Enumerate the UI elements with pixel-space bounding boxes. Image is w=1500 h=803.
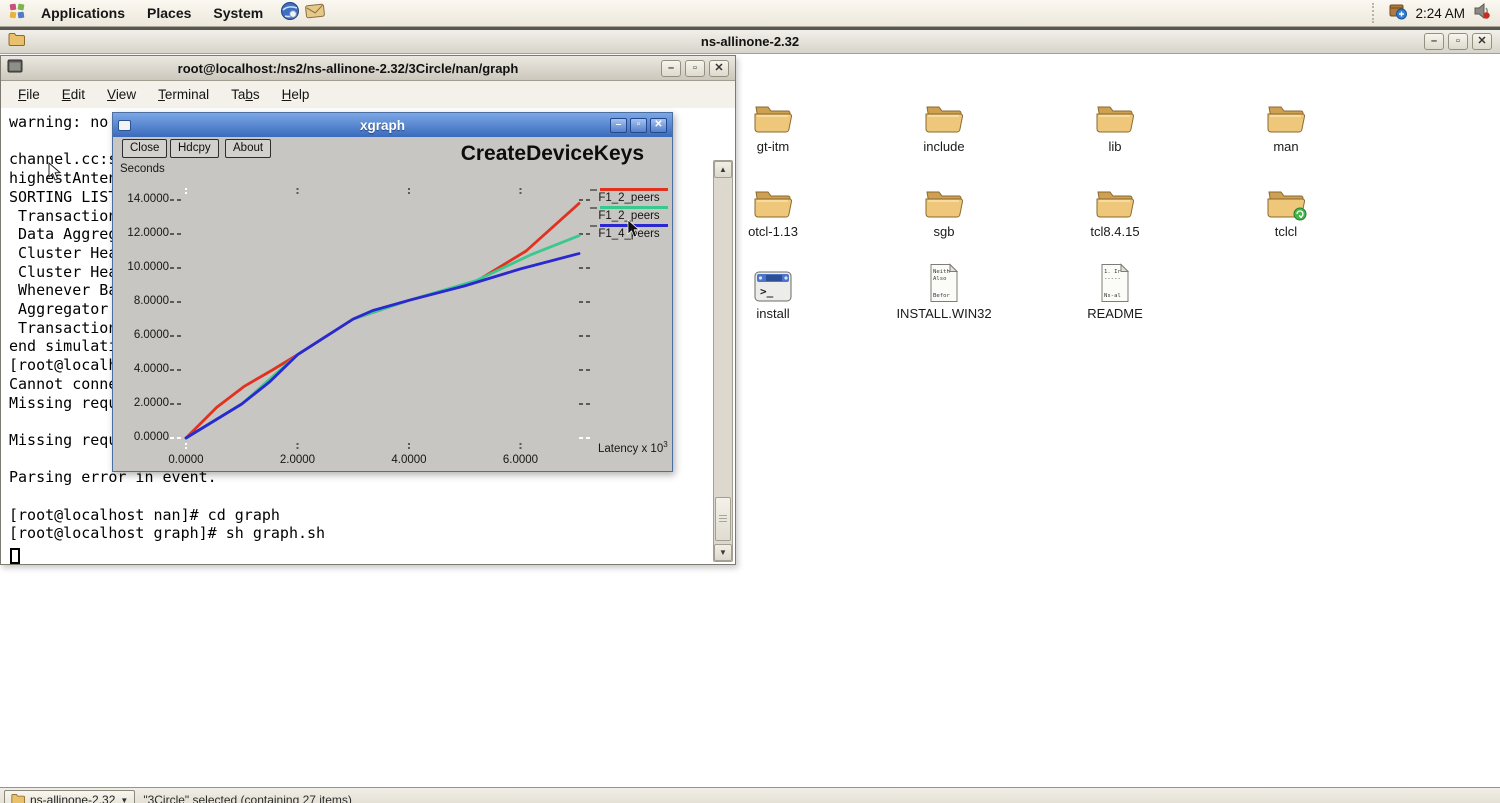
maximize-button[interactable]: ▫	[685, 59, 705, 77]
folder-icon	[874, 179, 1014, 221]
y-tick-label: 4.0000	[133, 363, 169, 375]
location-button[interactable]: ns-allinone-2.32 ▼	[4, 790, 136, 803]
panel-clock[interactable]: 2:24 AM	[1415, 6, 1465, 21]
file-item-label: INSTALL.WIN32	[896, 306, 992, 321]
scroll-up-icon[interactable]: ▲	[714, 161, 732, 178]
terminal-icon	[7, 59, 23, 78]
scrollbar[interactable]: ▲ ▼	[713, 160, 733, 562]
legend-tick	[590, 224, 597, 227]
xgraph-title: xgraph	[359, 117, 405, 133]
xgraph-titlebar[interactable]: xgraph – ▫ ✕	[113, 113, 672, 137]
file-item-README[interactable]: 1. Ir ----- Ns-al README	[1045, 261, 1185, 321]
file-item-label: sgb	[933, 224, 955, 239]
svg-text:-----: -----	[1104, 276, 1121, 282]
y-tick-label: 2.0000	[133, 397, 169, 409]
svg-text:Neith: Neith	[933, 269, 950, 275]
menu-help[interactable]: Help	[271, 82, 321, 108]
maximize-button[interactable]: ▫	[1448, 33, 1468, 50]
terminal-cursor	[10, 548, 20, 564]
menu-view[interactable]: View	[96, 82, 147, 108]
svg-text:>_: >_	[760, 285, 774, 298]
x-tick-label: 4.0000	[391, 454, 427, 466]
legend-entry: F1_2_peers	[590, 188, 668, 206]
menu-edit[interactable]: Edit	[51, 82, 96, 108]
file-item-label: tclcl	[1274, 224, 1298, 239]
scroll-down-icon[interactable]: ▼	[714, 544, 732, 561]
file-item-label: man	[1273, 139, 1299, 154]
mouse-cursor-secondary	[48, 162, 62, 181]
y-tick-label: 12.0000	[127, 227, 169, 239]
selection-status: "3Circle" selected (containing 27 items)	[143, 793, 352, 803]
file-item-label: include	[923, 139, 965, 154]
y-tick-label: 8.0000	[133, 295, 169, 307]
file-item-label: README	[1087, 306, 1143, 321]
menu-file[interactable]: File	[7, 82, 51, 108]
file-item-lib[interactable]: lib	[1045, 94, 1185, 154]
close-button[interactable]: ✕	[1472, 33, 1492, 50]
terminal-menubar: File Edit View Terminal Tabs Help	[1, 81, 735, 108]
y-tick-label: 0.0000	[133, 431, 169, 443]
menu-tabs[interactable]: Tabs	[220, 82, 271, 108]
minimize-button[interactable]: –	[1424, 33, 1444, 50]
svg-text:Also: Also	[933, 276, 946, 282]
text-icon: 1. Ir ----- Ns-al	[1045, 261, 1185, 303]
folder-icon	[874, 94, 1014, 136]
close-button[interactable]: ✕	[709, 59, 729, 77]
location-label: ns-allinone-2.32	[30, 793, 116, 803]
terminal-title: root@localhost:/ns2/ns-allinone-2.32/3Ci…	[177, 60, 519, 76]
folder-icon	[1045, 179, 1185, 221]
minimize-button[interactable]: –	[661, 59, 681, 77]
xgraph-window: xgraph – ▫ ✕ Close Hdcpy About CreateDev…	[112, 112, 673, 472]
menu-applications[interactable]: Applications	[30, 0, 136, 26]
text-icon: Neith Also Befor	[874, 261, 1014, 303]
menu-terminal[interactable]: Terminal	[147, 82, 220, 108]
distro-logo-icon[interactable]	[8, 2, 26, 25]
terminal-titlebar[interactable]: root@localhost:/ns2/ns-allinone-2.32/3Ci…	[1, 56, 735, 81]
xgraph-body: Close Hdcpy About CreateDeviceKeys Secon…	[113, 137, 672, 471]
file-item-sgb[interactable]: sgb	[874, 179, 1014, 239]
svg-text:Ns-al: Ns-al	[1104, 293, 1121, 299]
legend-label: F1_2_peers	[598, 192, 660, 204]
menu-system[interactable]: System	[202, 0, 274, 26]
file-manager-titlebar[interactable]: ns-allinone-2.32 – ▫ ✕	[0, 30, 1500, 54]
minimize-button[interactable]: –	[610, 117, 627, 133]
file-manager-title: ns-allinone-2.32	[700, 34, 800, 49]
file-item-INSTALL.WIN32[interactable]: Neith Also Befor INSTALL.WIN32	[874, 261, 1014, 321]
file-item-man[interactable]: man	[1216, 94, 1356, 154]
y-tick-label: 10.0000	[127, 261, 169, 273]
volume-muted-icon[interactable]	[1472, 1, 1492, 26]
maximize-button[interactable]: ▫	[630, 117, 647, 133]
file-manager-statusbar: ns-allinone-2.32 ▼ "3Circle" selected (c…	[0, 787, 1500, 803]
close-button[interactable]: ✕	[650, 117, 667, 133]
y-tick-label: 6.0000	[133, 329, 169, 341]
menu-places[interactable]: Places	[136, 0, 202, 26]
folder-small-icon	[11, 793, 25, 803]
file-item-tcl8.4.15[interactable]: tcl8.4.15	[1045, 179, 1185, 239]
file-item-label: tcl8.4.15	[1090, 224, 1140, 239]
web-browser-icon[interactable]	[280, 1, 300, 26]
x-tick-label: 2.0000	[279, 454, 316, 466]
folder-sync-icon	[1216, 179, 1356, 221]
mouse-cursor	[627, 219, 640, 238]
svg-text:1. Ir: 1. Ir	[1104, 269, 1121, 275]
scrollbar-thumb[interactable]	[715, 497, 731, 541]
software-update-icon[interactable]	[1388, 1, 1408, 26]
window-icon	[118, 119, 131, 131]
file-item-tclcl[interactable]: tclcl	[1216, 179, 1356, 239]
svg-text:Befor: Befor	[933, 293, 950, 299]
panel-handle[interactable]	[1372, 3, 1379, 23]
chevron-down-icon: ▼	[120, 795, 129, 803]
legend-tick	[590, 188, 597, 191]
folder-icon	[1216, 94, 1356, 136]
x-tick-label: 6.0000	[502, 454, 539, 466]
x-tick-label: 0.0000	[168, 454, 204, 466]
file-item-label: lib	[1108, 139, 1122, 154]
folder-icon	[1045, 94, 1185, 136]
file-item-include[interactable]: include	[874, 94, 1014, 154]
legend-tick	[590, 206, 597, 209]
y-tick-label: 14.0000	[127, 193, 169, 205]
email-icon[interactable]	[305, 2, 326, 25]
top-panel: Applications Places System 2:24 AM	[0, 0, 1500, 27]
